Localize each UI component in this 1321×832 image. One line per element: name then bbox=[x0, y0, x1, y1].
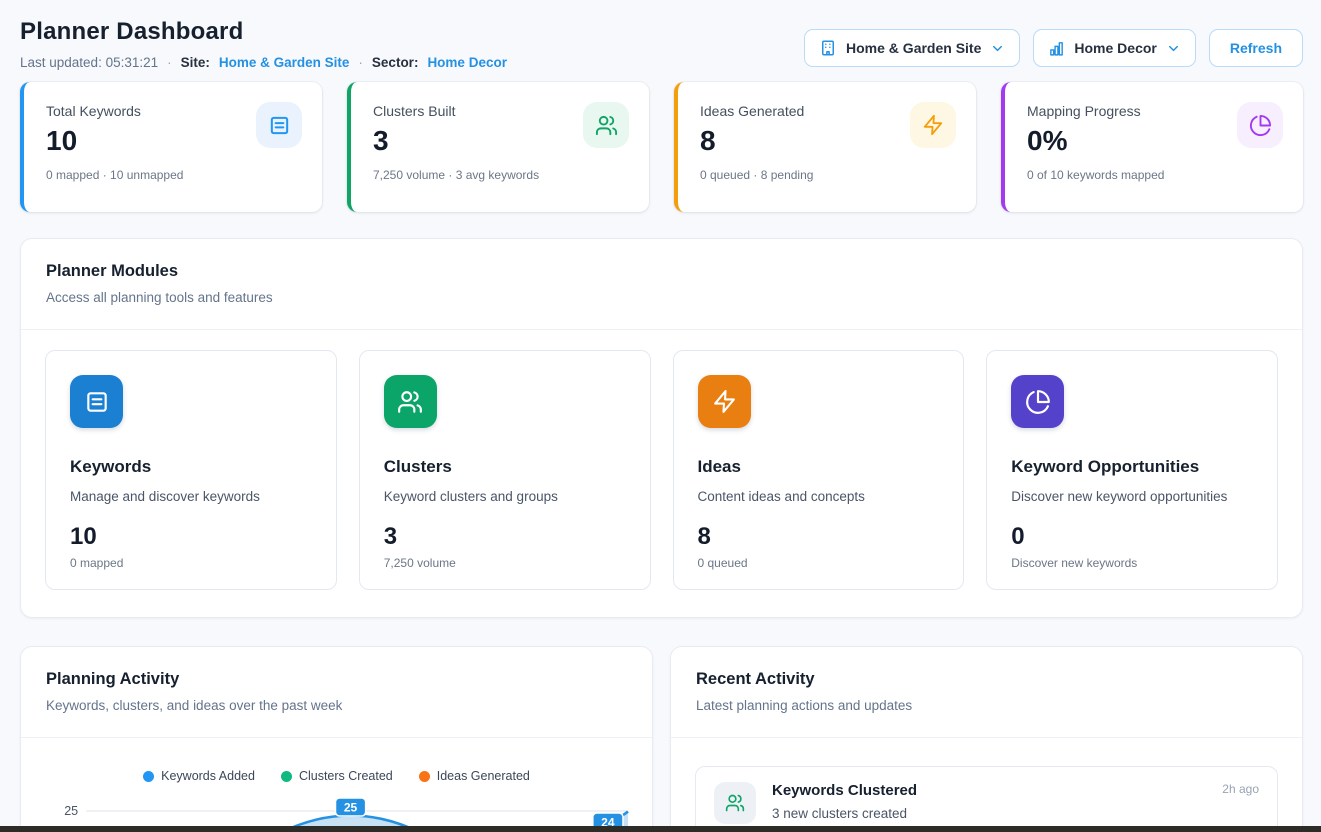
divider bbox=[21, 737, 652, 738]
legend-label: Keywords Added bbox=[161, 769, 255, 783]
stat-card-clusters-built: Clusters Built 3 7,250 volume · 3 avg ke… bbox=[347, 82, 649, 212]
activity-timestamp: 2h ago bbox=[1222, 782, 1259, 796]
separator-dot: · bbox=[167, 55, 172, 70]
activity-list: Keywords Clustered 2h ago 3 new clusters… bbox=[671, 738, 1302, 832]
site-selector-label: Home & Garden Site bbox=[846, 40, 981, 56]
module-title: Clusters bbox=[384, 457, 626, 477]
recent-activity-header: Recent Activity Latest planning actions … bbox=[671, 647, 1302, 737]
module-card-ideas[interactable]: Ideas Content ideas and concepts 8 0 que… bbox=[673, 350, 965, 590]
lightning-icon bbox=[698, 375, 751, 428]
module-title: Keywords bbox=[70, 457, 312, 477]
activity-title: Keywords Clustered bbox=[772, 782, 917, 799]
planning-activity-subtitle: Keywords, clusters, and ideas over the p… bbox=[46, 698, 627, 713]
legend-item-ideas-generated: Ideas Generated bbox=[419, 769, 530, 783]
chart-legend: Keywords Added Clusters Created Ideas Ge… bbox=[21, 769, 652, 783]
page-header: Planner Dashboard Last updated: 05:31:21… bbox=[20, 18, 1303, 70]
recent-activity-panel: Recent Activity Latest planning actions … bbox=[670, 646, 1303, 832]
document-icon bbox=[256, 102, 302, 148]
module-value: 10 bbox=[70, 525, 312, 549]
sector-selector-label: Home Decor bbox=[1074, 40, 1156, 56]
legend-dot bbox=[143, 771, 154, 782]
legend-label: Clusters Created bbox=[299, 769, 393, 783]
module-title: Ideas bbox=[698, 457, 940, 477]
pie-chart-icon bbox=[1011, 375, 1064, 428]
separator-dot: · bbox=[358, 55, 363, 70]
header-left: Planner Dashboard Last updated: 05:31:21… bbox=[20, 18, 507, 70]
users-icon bbox=[384, 375, 437, 428]
module-description: Discover new keyword opportunities bbox=[1011, 489, 1253, 504]
page-title: Planner Dashboard bbox=[20, 18, 507, 46]
modules-panel-subtitle: Access all planning tools and features bbox=[46, 290, 1277, 305]
planner-dashboard-page: Planner Dashboard Last updated: 05:31:21… bbox=[0, 0, 1321, 832]
module-value: 8 bbox=[698, 525, 940, 549]
module-caption: Discover new keywords bbox=[1011, 556, 1253, 570]
modules-panel-title: Planner Modules bbox=[46, 262, 1277, 281]
planner-modules-panel: Planner Modules Access all planning tool… bbox=[20, 238, 1303, 618]
modules-panel-header: Planner Modules Access all planning tool… bbox=[21, 239, 1302, 329]
stat-caption: 0 mapped · 10 unmapped bbox=[46, 168, 300, 182]
lightning-icon bbox=[910, 102, 956, 148]
module-description: Manage and discover keywords bbox=[70, 489, 312, 504]
sector-selector-dropdown[interactable]: Home Decor bbox=[1033, 29, 1195, 67]
activity-description: 3 new clusters created bbox=[772, 806, 1259, 821]
module-caption: 0 mapped bbox=[70, 556, 312, 570]
legend-item-keywords-added: Keywords Added bbox=[143, 769, 255, 783]
stat-card-ideas-generated: Ideas Generated 8 0 queued · 8 pending bbox=[674, 82, 976, 212]
stat-caption: 7,250 volume · 3 avg keywords bbox=[373, 168, 627, 182]
planning-activity-title: Planning Activity bbox=[46, 670, 627, 689]
sector-label: Sector: bbox=[372, 55, 419, 70]
stat-caption: 0 of 10 keywords mapped bbox=[1027, 168, 1281, 182]
recent-activity-title: Recent Activity bbox=[696, 670, 1277, 689]
site-label: Site: bbox=[181, 55, 210, 70]
stat-caption: 0 queued · 8 pending bbox=[700, 168, 954, 182]
document-icon bbox=[70, 375, 123, 428]
site-selector-dropdown[interactable]: Home & Garden Site bbox=[804, 29, 1020, 67]
bottom-edge-strip bbox=[0, 826, 1321, 832]
last-updated-text: Last updated: 05:31:21 bbox=[20, 55, 158, 70]
module-caption: 7,250 volume bbox=[384, 556, 626, 570]
stat-card-mapping-progress: Mapping Progress 0% 0 of 10 keywords map… bbox=[1001, 82, 1303, 212]
header-actions: Home & Garden Site Home Decor Refresh bbox=[804, 29, 1303, 67]
activity-body: Keywords Clustered 2h ago 3 new clusters… bbox=[772, 782, 1259, 824]
recent-activity-subtitle: Latest planning actions and updates bbox=[696, 698, 1277, 713]
planning-activity-panel: Planning Activity Keywords, clusters, an… bbox=[20, 646, 653, 832]
module-description: Content ideas and concepts bbox=[698, 489, 940, 504]
legend-dot bbox=[419, 771, 430, 782]
header-subline: Last updated: 05:31:21 · Site: Home & Ga… bbox=[20, 55, 507, 70]
users-icon bbox=[714, 782, 756, 824]
legend-item-clusters-created: Clusters Created bbox=[281, 769, 393, 783]
site-link[interactable]: Home & Garden Site bbox=[219, 55, 350, 70]
refresh-button[interactable]: Refresh bbox=[1209, 29, 1303, 67]
module-caption: 0 queued bbox=[698, 556, 940, 570]
users-icon bbox=[583, 102, 629, 148]
point-label-badge-25: 25 bbox=[335, 798, 365, 816]
sector-link[interactable]: Home Decor bbox=[427, 55, 507, 70]
legend-dot bbox=[281, 771, 292, 782]
building-icon bbox=[819, 39, 837, 57]
chevron-down-icon bbox=[1166, 41, 1181, 56]
module-value: 0 bbox=[1011, 525, 1253, 549]
module-description: Keyword clusters and groups bbox=[384, 489, 626, 504]
svg-text:25: 25 bbox=[344, 801, 358, 815]
pie-chart-icon bbox=[1237, 102, 1283, 148]
module-value: 3 bbox=[384, 525, 626, 549]
chevron-down-icon bbox=[990, 41, 1005, 56]
stats-row: Total Keywords 10 0 mapped · 10 unmapped… bbox=[20, 82, 1303, 212]
stat-card-total-keywords: Total Keywords 10 0 mapped · 10 unmapped bbox=[20, 82, 322, 212]
legend-label: Ideas Generated bbox=[437, 769, 530, 783]
y-axis-tick: 25 bbox=[64, 804, 78, 818]
modules-grid: Keywords Manage and discover keywords 10… bbox=[21, 330, 1302, 617]
bottom-row: Planning Activity Keywords, clusters, an… bbox=[20, 646, 1303, 832]
planning-activity-header: Planning Activity Keywords, clusters, an… bbox=[21, 647, 652, 737]
module-card-clusters[interactable]: Clusters Keyword clusters and groups 3 7… bbox=[359, 350, 651, 590]
activity-item-keywords-clustered: Keywords Clustered 2h ago 3 new clusters… bbox=[695, 766, 1278, 832]
module-card-keyword-opportunities[interactable]: Keyword Opportunities Discover new keywo… bbox=[986, 350, 1278, 590]
module-title: Keyword Opportunities bbox=[1011, 457, 1253, 477]
bar-chart-icon bbox=[1048, 40, 1065, 57]
module-card-keywords[interactable]: Keywords Manage and discover keywords 10… bbox=[45, 350, 337, 590]
